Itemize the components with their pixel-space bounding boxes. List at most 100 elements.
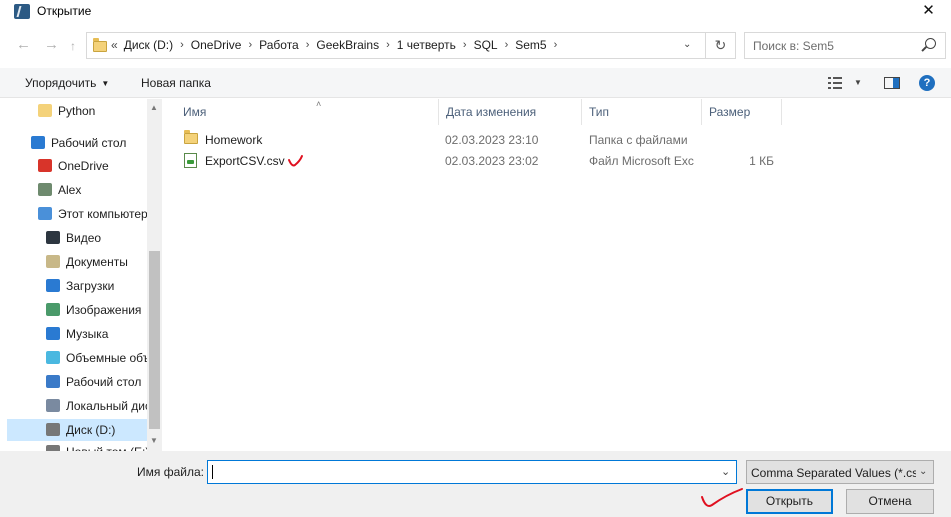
sidebar-item[interactable]: Диск (D:) bbox=[7, 419, 147, 441]
sidebar-item[interactable]: Рабочий стол bbox=[0, 132, 147, 154]
folder-icon bbox=[38, 104, 52, 117]
local-disk-icon bbox=[46, 399, 60, 412]
sidebar-item-label: Изображения bbox=[66, 303, 142, 317]
breadcrumb: « Диск (D:) › OneDrive › Работа › GeekBrains › 1… bbox=[111, 38, 564, 52]
sidebar-item[interactable]: Загрузки bbox=[0, 275, 147, 297]
file-type: Файл Microsoft Excel bbox=[589, 154, 694, 168]
refresh-button[interactable]: ↻ bbox=[706, 32, 736, 59]
organize-button[interactable]: Упорядочить ▼ bbox=[25, 76, 109, 90]
sidebar-item[interactable]: Изображения bbox=[0, 299, 147, 321]
view-options-icon[interactable] bbox=[828, 77, 844, 89]
scroll-down-icon[interactable]: ▼ bbox=[150, 436, 158, 445]
breadcrumb-item[interactable]: Работа bbox=[259, 38, 299, 52]
csv-file-icon bbox=[184, 153, 197, 168]
sidebar-item[interactable]: Видео bbox=[0, 227, 147, 249]
breadcrumb-item[interactable]: SQL bbox=[474, 38, 498, 52]
breadcrumb-item[interactable]: 1 четверть bbox=[397, 38, 456, 52]
filetype-select[interactable]: Comma Separated Values (*.csv) ⌄ bbox=[746, 460, 934, 484]
drive-icon bbox=[46, 423, 60, 436]
sidebar-item-label: Диск (D:) bbox=[66, 423, 116, 437]
breadcrumb-separator-icon[interactable]: › bbox=[554, 39, 558, 51]
breadcrumb-item[interactable]: Диск (D:) bbox=[124, 38, 173, 52]
file-list: Имя ˄ Дата изменения Тип Размер Homework… bbox=[162, 99, 951, 451]
cancel-button[interactable]: Отмена bbox=[846, 489, 934, 514]
chevron-down-icon[interactable]: ⌄ bbox=[721, 465, 730, 478]
open-button[interactable]: Открыть bbox=[746, 489, 833, 514]
sidebar-item[interactable]: Локальный диск (C:) bbox=[0, 395, 147, 417]
navigation-pane: Python Рабочий стол OneDrive Alex Этот компь… bbox=[0, 99, 162, 451]
search-input[interactable] bbox=[746, 34, 916, 57]
file-size: 1 КБ bbox=[749, 154, 774, 168]
breadcrumb-separator-icon[interactable]: › bbox=[248, 39, 252, 51]
sidebar-item[interactable]: Музыка bbox=[0, 323, 147, 345]
file-modified: 02.03.2023 23:02 bbox=[445, 154, 539, 168]
user-icon bbox=[38, 183, 52, 196]
breadcrumb-separator-icon[interactable]: › bbox=[180, 39, 184, 51]
breadcrumb-overflow[interactable]: « bbox=[111, 38, 118, 52]
dialog-footer: Имя файла: ⌄ Comma Separated Values (*.c… bbox=[0, 451, 951, 517]
window-title: Открытие bbox=[37, 4, 92, 18]
scroll-up-icon[interactable]: ▲ bbox=[150, 103, 158, 112]
column-header-modified[interactable]: Дата изменения bbox=[439, 99, 582, 125]
filename-field[interactable]: ⌄ bbox=[207, 460, 737, 484]
breadcrumb-separator-icon[interactable]: › bbox=[463, 39, 467, 51]
app-icon bbox=[14, 4, 30, 19]
sidebar-item[interactable]: Python bbox=[0, 100, 147, 122]
sidebar-item-label: Музыка bbox=[66, 327, 109, 341]
column-header-type[interactable]: Тип bbox=[582, 99, 702, 125]
file-type: Папка с файлами bbox=[589, 133, 688, 147]
forward-button[interactable]: → bbox=[44, 36, 59, 54]
up-button[interactable]: ↑ bbox=[70, 37, 76, 55]
sidebar-item-label: Новый том (E:) bbox=[66, 441, 147, 451]
pictures-icon bbox=[46, 303, 60, 316]
view-dropdown-icon[interactable]: ▼ bbox=[854, 78, 862, 87]
red-check-annotation bbox=[288, 155, 303, 167]
onedrive-icon bbox=[38, 159, 52, 172]
folder-icon bbox=[184, 130, 198, 144]
sidebar-item[interactable]: Объемные объекты bbox=[0, 347, 147, 369]
sidebar-item-label: Документы bbox=[66, 255, 128, 269]
music-icon bbox=[46, 327, 60, 340]
search-box[interactable] bbox=[744, 32, 946, 59]
file-row-exportcsv[interactable]: ExportCSV.csv 02.03.2023 23:02 Файл Micr… bbox=[180, 150, 800, 172]
sidebar-item[interactable]: Alex bbox=[0, 179, 147, 201]
address-row: ← → ↑ « Диск (D:) › OneDrive › Работа › GeekBr… bbox=[0, 28, 951, 64]
preview-pane-icon[interactable] bbox=[884, 77, 900, 89]
sidebar-item[interactable]: Новый том (E:) bbox=[0, 441, 147, 451]
breadcrumb-separator-icon[interactable]: › bbox=[505, 39, 509, 51]
filename-input[interactable] bbox=[209, 462, 709, 482]
red-check-annotation bbox=[701, 488, 743, 507]
scrollbar-thumb[interactable] bbox=[149, 251, 160, 429]
sidebar-item[interactable]: Рабочий стол bbox=[0, 371, 147, 393]
nav-scrollbar[interactable]: ▲ ▼ bbox=[147, 99, 162, 451]
sidebar-item-label: Python bbox=[58, 104, 96, 118]
sidebar-item-label: OneDrive bbox=[58, 159, 109, 173]
computer-icon bbox=[38, 207, 52, 220]
breadcrumb-separator-icon[interactable]: › bbox=[386, 39, 390, 51]
file-row-homework[interactable]: Homework 02.03.2023 23:10 Папка с файлам… bbox=[180, 129, 800, 151]
file-name: ExportCSV.csv bbox=[205, 154, 285, 168]
downloads-icon bbox=[46, 279, 60, 292]
filename-label: Имя файла: bbox=[137, 465, 204, 479]
sidebar-item[interactable]: OneDrive bbox=[0, 155, 147, 177]
breadcrumb-item[interactable]: GeekBrains bbox=[316, 38, 379, 52]
sidebar-item-label: Загрузки bbox=[66, 279, 115, 293]
address-bar[interactable]: « Диск (D:) › OneDrive › Работа › GeekBrains › 1… bbox=[86, 32, 706, 59]
sidebar-item[interactable]: Документы bbox=[0, 251, 147, 273]
close-button[interactable]: ✕ bbox=[906, 0, 951, 24]
breadcrumb-item[interactable]: Sem5 bbox=[515, 38, 546, 52]
column-header-size[interactable]: Размер bbox=[702, 99, 782, 125]
command-bar: Упорядочить ▼ Новая папка ▼ ? bbox=[0, 68, 951, 98]
search-icon[interactable] bbox=[925, 38, 936, 49]
back-button[interactable]: ← bbox=[16, 36, 31, 54]
breadcrumb-item[interactable]: OneDrive bbox=[191, 38, 242, 52]
chevron-down-icon[interactable]: ⌄ bbox=[683, 39, 691, 50]
new-folder-button[interactable]: Новая папка bbox=[141, 76, 211, 90]
breadcrumb-separator-icon[interactable]: › bbox=[306, 39, 310, 51]
sidebar-item-label: Видео bbox=[66, 231, 102, 245]
column-header-name[interactable]: Имя ˄ bbox=[176, 99, 439, 125]
desktop-icon bbox=[31, 136, 45, 149]
chevron-down-icon[interactable]: ⌄ bbox=[919, 466, 927, 477]
sidebar-item[interactable]: Этот компьютер bbox=[0, 203, 147, 225]
help-icon[interactable]: ? bbox=[919, 75, 935, 91]
